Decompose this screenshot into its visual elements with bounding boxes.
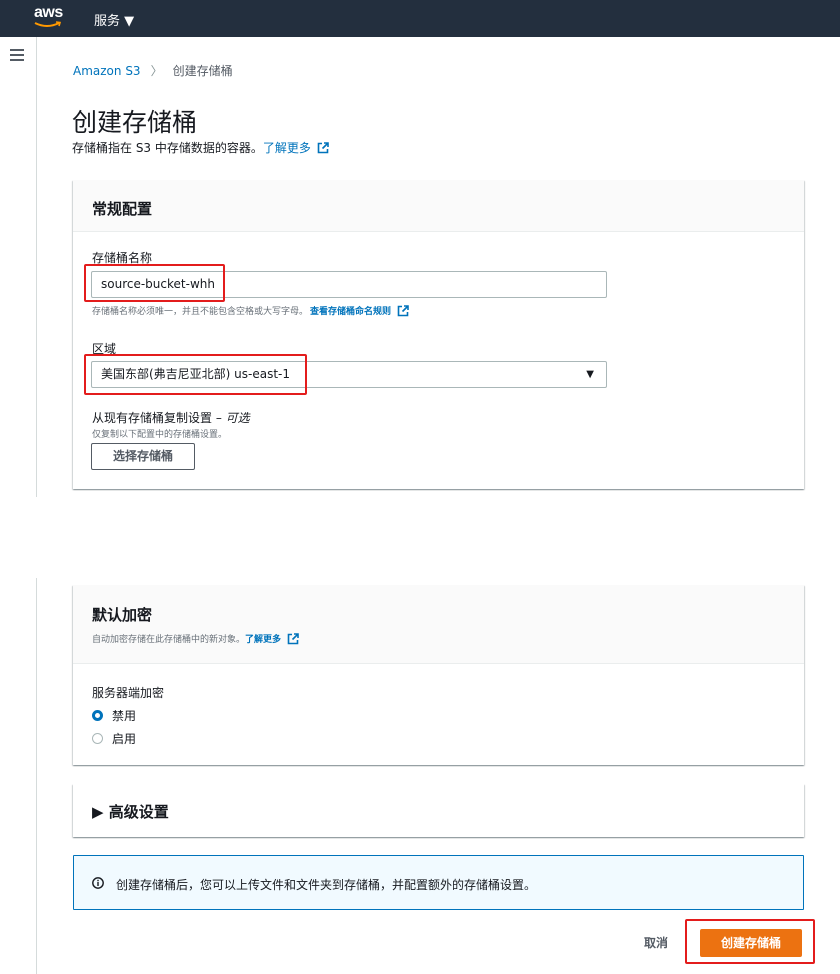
info-text: 创建存储桶后，您可以上传文件和文件夹到存储桶，并配置额外的存储桶设置。 xyxy=(116,878,537,892)
services-menu[interactable]: 服务 ▼ xyxy=(94,10,134,29)
external-link-icon[interactable] xyxy=(287,632,299,645)
bucket-name-label: 存储桶名称 xyxy=(92,251,153,265)
general-config-panel: 常规配置 存储桶名称 source-bucket-whh 存储桶名称必须唯一，并… xyxy=(73,180,804,489)
aws-smile-icon xyxy=(34,21,62,27)
radio-option-disable[interactable]: 禁用 xyxy=(92,707,136,724)
radio-option-enable-label: 启用 xyxy=(112,732,137,746)
page-description-text: 存储桶指在 S3 中存储数据的容器。 xyxy=(72,141,263,155)
bucket-name-input[interactable]: source-bucket-whh xyxy=(91,271,607,298)
encryption-learn-more-link[interactable]: 了解更多 xyxy=(245,632,281,645)
radio-option-disable-label: 禁用 xyxy=(112,709,137,723)
page-description: 存储桶指在 S3 中存储数据的容器。 了解更多 xyxy=(72,139,329,156)
learn-more-link[interactable]: 了解更多 xyxy=(263,139,311,156)
encryption-subtitle: 自动加密存储在此存储桶中的新对象。 了解更多 xyxy=(92,632,785,645)
info-alert: 创建存储桶后，您可以上传文件和文件夹到存储桶，并配置额外的存储桶设置。 xyxy=(73,855,804,910)
aws-logo[interactable]: aws xyxy=(34,4,64,30)
radio-unchecked-icon[interactable] xyxy=(92,733,103,744)
copy-settings-optional: 可选 xyxy=(225,411,250,425)
external-link-icon[interactable] xyxy=(397,304,409,317)
region-select-value: 美国东部(弗吉尼亚北部) us-east-1 xyxy=(101,367,291,381)
breadcrumb-current: 创建存储桶 xyxy=(172,64,233,78)
page-title: 创建存储桶 xyxy=(72,108,198,137)
region-label: 区域 xyxy=(92,342,117,356)
general-config-header: 常规配置 xyxy=(73,180,804,232)
advanced-settings-panel[interactable]: ▶ 高级设置 xyxy=(73,784,804,837)
general-config-title: 常规配置 xyxy=(92,200,153,218)
external-link-icon[interactable] xyxy=(317,141,329,154)
naming-rules-link[interactable]: 查看存储桶命名规则 xyxy=(310,304,391,317)
copy-settings-label-text: 从现有存储桶复制设置 – xyxy=(92,411,226,425)
bucket-name-hint-text: 存储桶名称必须唯一，并且不能包含空格或大写字母。 xyxy=(92,307,309,317)
encryption-title: 默认加密 xyxy=(92,606,153,624)
encryption-subtitle-text: 自动加密存储在此存储桶中的新对象。 xyxy=(92,635,246,645)
radio-checked-icon[interactable] xyxy=(92,710,103,721)
breadcrumb-separator-icon: 〉 xyxy=(150,64,163,78)
copy-settings-label: 从现有存储桶复制设置 – 可选 xyxy=(92,409,250,426)
breadcrumb: Amazon S3 〉 创建存储桶 xyxy=(73,62,233,79)
region-select[interactable]: 美国东部(弗吉尼亚北部) us-east-1 ▼ xyxy=(91,361,607,388)
caret-down-icon: ▼ xyxy=(586,369,594,380)
create-bucket-button[interactable]: 创建存储桶 xyxy=(700,929,802,957)
hamburger-menu-icon[interactable] xyxy=(10,49,26,63)
info-icon xyxy=(92,877,104,889)
side-navigation-rail-lower xyxy=(0,578,37,974)
copy-settings-hint: 仅复制以下配置中的存储桶设置。 xyxy=(92,430,228,440)
side-navigation-rail xyxy=(0,37,37,497)
encryption-header: 默认加密 自动加密存储在此存储桶中的新对象。 了解更多 xyxy=(73,585,804,664)
radio-option-enable[interactable]: 启用 xyxy=(92,730,136,747)
aws-logo-text: aws xyxy=(34,4,63,21)
sse-label: 服务器端加密 xyxy=(92,686,165,700)
encryption-panel: 默认加密 自动加密存储在此存储桶中的新对象。 了解更多 服务器端加密 禁用 启用 xyxy=(73,585,804,765)
breadcrumb-amazon-s3[interactable]: Amazon S3 xyxy=(73,64,141,78)
top-navigation-bar: aws 服务 ▼ xyxy=(0,0,840,37)
choose-bucket-button[interactable]: 选择存储桶 xyxy=(91,443,195,470)
cancel-button[interactable]: 取消 xyxy=(644,934,668,951)
advanced-settings-title[interactable]: ▶ 高级设置 xyxy=(92,801,169,822)
bucket-name-hint: 存储桶名称必须唯一，并且不能包含空格或大写字母。 查看存储桶命名规则 xyxy=(92,304,409,317)
